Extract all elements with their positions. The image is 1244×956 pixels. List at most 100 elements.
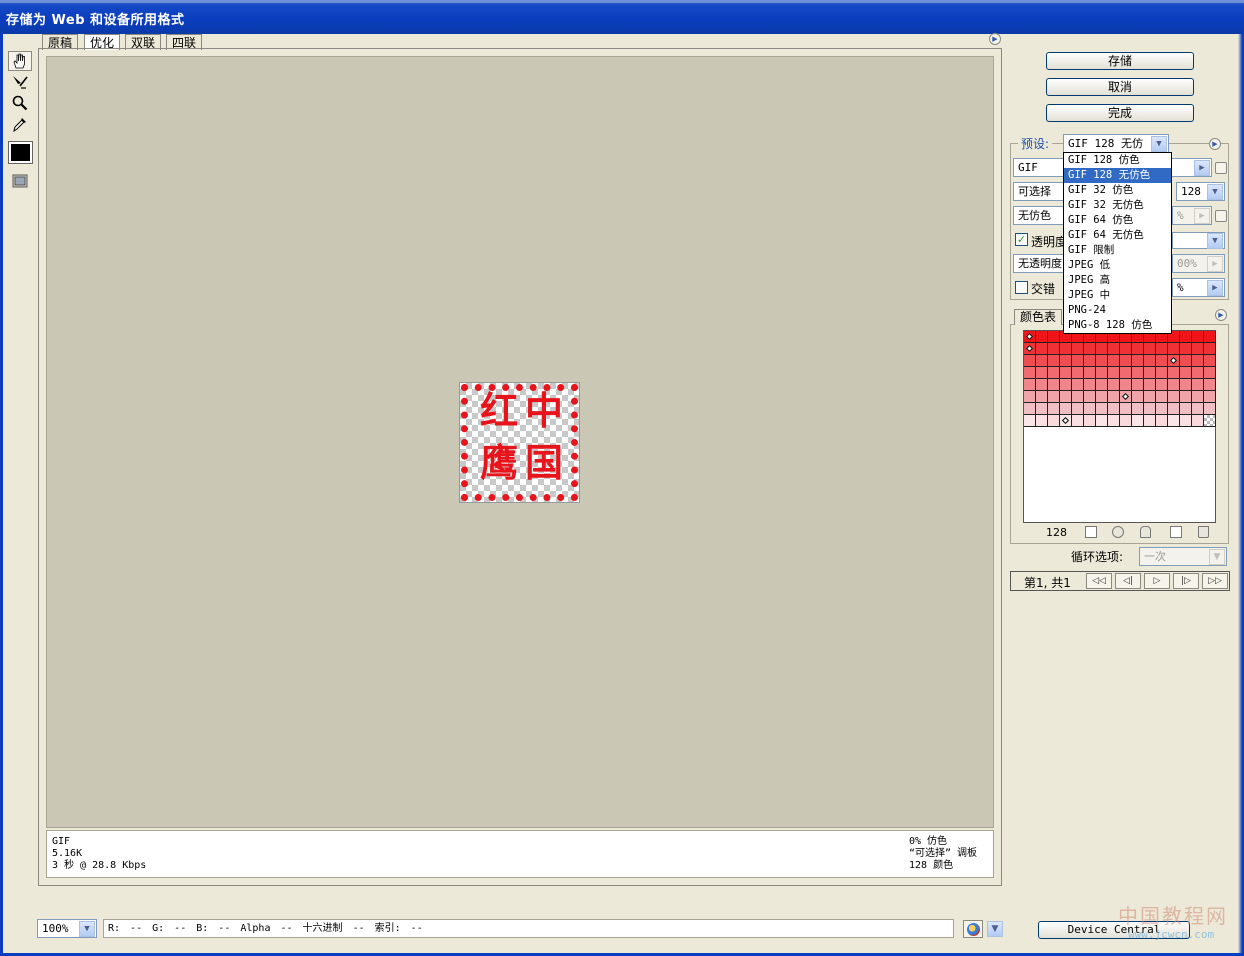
hand-tool-button[interactable]: [8, 51, 32, 71]
color-swatch[interactable]: [1096, 343, 1108, 355]
color-swatch[interactable]: [1060, 391, 1072, 403]
color-swatch[interactable]: [1192, 391, 1204, 403]
color-swatch[interactable]: [1120, 355, 1132, 367]
color-swatch[interactable]: [1084, 379, 1096, 391]
preset-option[interactable]: GIF 32 无仿色: [1064, 198, 1171, 213]
web-shift-cube-icon[interactable]: [1112, 526, 1124, 538]
color-table-grid[interactable]: [1023, 330, 1216, 523]
color-swatch[interactable]: [1144, 379, 1156, 391]
color-swatch[interactable]: [1192, 331, 1204, 343]
preset-option[interactable]: PNG-24: [1064, 303, 1171, 318]
color-swatch[interactable]: [1036, 355, 1048, 367]
colors-select[interactable]: 128 ▼: [1176, 182, 1225, 201]
play-button[interactable]: ▷: [1144, 573, 1170, 589]
color-swatch[interactable]: [1168, 403, 1180, 415]
color-swatch[interactable]: [1024, 415, 1036, 427]
color-swatch[interactable]: [1168, 343, 1180, 355]
color-swatch[interactable]: [1180, 331, 1192, 343]
preset-option[interactable]: GIF 32 仿色: [1064, 183, 1171, 198]
color-swatch[interactable]: [1132, 343, 1144, 355]
color-swatch[interactable]: [1072, 415, 1084, 427]
color-swatch[interactable]: [1120, 367, 1132, 379]
color-swatch[interactable]: [1132, 415, 1144, 427]
color-swatch[interactable]: [1072, 367, 1084, 379]
preset-dropdown-list[interactable]: GIF 128 仿色 GIF 128 无仿色 GIF 32 仿色 GIF 32 无仿色…: [1063, 152, 1172, 334]
color-swatch[interactable]: [1096, 367, 1108, 379]
color-swatch[interactable]: [1120, 415, 1132, 427]
preset-option[interactable]: GIF 128 仿色: [1064, 153, 1171, 168]
color-swatch[interactable]: [1036, 343, 1048, 355]
color-swatch[interactable]: [1084, 415, 1096, 427]
color-swatch[interactable]: [1156, 391, 1168, 403]
color-swatch[interactable]: [1072, 355, 1084, 367]
dither-options-button[interactable]: [1215, 210, 1227, 222]
color-swatch[interactable]: [1024, 343, 1036, 355]
browser-preview-button[interactable]: [963, 920, 983, 938]
color-swatch[interactable]: [1024, 331, 1036, 343]
color-swatch[interactable]: [1108, 391, 1120, 403]
color-swatch[interactable]: [1096, 415, 1108, 427]
preset-select[interactable]: GIF 128 无仿色 ▼: [1063, 134, 1169, 168]
new-color-icon[interactable]: [1170, 526, 1182, 538]
map-transparent-icon[interactable]: [1085, 526, 1097, 538]
color-swatch[interactable]: [1120, 379, 1132, 391]
next-frame-button[interactable]: |▷: [1173, 573, 1199, 589]
color-swatch[interactable]: [1156, 355, 1168, 367]
color-swatch[interactable]: [1096, 379, 1108, 391]
color-swatch[interactable]: [1156, 343, 1168, 355]
color-swatch[interactable]: [1060, 355, 1072, 367]
color-swatch[interactable]: [1156, 379, 1168, 391]
color-swatch[interactable]: [1204, 343, 1216, 355]
color-swatch[interactable]: [1192, 367, 1204, 379]
color-swatch[interactable]: [1096, 403, 1108, 415]
color-swatch[interactable]: [1168, 379, 1180, 391]
color-swatch[interactable]: [1144, 343, 1156, 355]
color-swatch[interactable]: [1072, 403, 1084, 415]
color-swatch[interactable]: [1204, 391, 1216, 403]
color-swatch[interactable]: [1036, 379, 1048, 391]
color-swatch[interactable]: [1156, 403, 1168, 415]
color-swatch[interactable]: [1192, 415, 1204, 427]
color-table-menu-button[interactable]: ▶: [1215, 309, 1227, 321]
last-frame-button[interactable]: ▷▷: [1202, 573, 1228, 589]
preview-menu-button[interactable]: ▶: [989, 33, 1001, 45]
save-button[interactable]: 存储: [1046, 52, 1194, 70]
color-swatch[interactable]: [1036, 391, 1048, 403]
color-swatch[interactable]: [1096, 391, 1108, 403]
color-swatch[interactable]: [1024, 391, 1036, 403]
color-swatch[interactable]: [1108, 415, 1120, 427]
preset-option[interactable]: JPEG 高: [1064, 273, 1171, 288]
preset-option[interactable]: PNG-8 128 仿色: [1064, 318, 1171, 333]
color-swatch[interactable]: [1204, 355, 1216, 367]
tab-color-table[interactable]: 颜色表: [1014, 309, 1063, 325]
color-swatch[interactable]: [1060, 379, 1072, 391]
dither-amount-field[interactable]: % ▶: [1172, 206, 1212, 225]
color-swatch[interactable]: [1048, 331, 1060, 343]
color-swatch[interactable]: [1132, 379, 1144, 391]
previous-frame-button[interactable]: ◁|: [1115, 573, 1141, 589]
color-swatch[interactable]: [1060, 403, 1072, 415]
color-swatch[interactable]: [1060, 343, 1072, 355]
lossy-field[interactable]: % ▶: [1172, 278, 1225, 297]
preset-option[interactable]: GIF 128 无仿色: [1064, 168, 1171, 183]
eyedropper-tool-button[interactable]: [8, 114, 32, 134]
color-swatch[interactable]: [1204, 403, 1216, 415]
color-swatch[interactable]: [1072, 379, 1084, 391]
lock-icon[interactable]: [1140, 526, 1151, 538]
color-swatch[interactable]: [1072, 343, 1084, 355]
color-swatch[interactable]: [1048, 343, 1060, 355]
color-swatch[interactable]: [1036, 415, 1048, 427]
color-swatch[interactable]: [1192, 403, 1204, 415]
preset-option[interactable]: JPEG 低: [1064, 258, 1171, 273]
color-swatch[interactable]: [1168, 367, 1180, 379]
color-swatch[interactable]: [1036, 403, 1048, 415]
zoom-tool-button[interactable]: [8, 93, 32, 113]
transparency-amount-field[interactable]: 00% ▶: [1172, 254, 1225, 273]
color-swatch[interactable]: [1108, 343, 1120, 355]
color-swatch[interactable]: [1156, 367, 1168, 379]
color-swatch[interactable]: [1108, 379, 1120, 391]
color-swatch[interactable]: [1144, 391, 1156, 403]
color-swatch[interactable]: [1120, 403, 1132, 415]
done-button[interactable]: 完成: [1046, 104, 1194, 122]
color-swatch[interactable]: [1132, 367, 1144, 379]
